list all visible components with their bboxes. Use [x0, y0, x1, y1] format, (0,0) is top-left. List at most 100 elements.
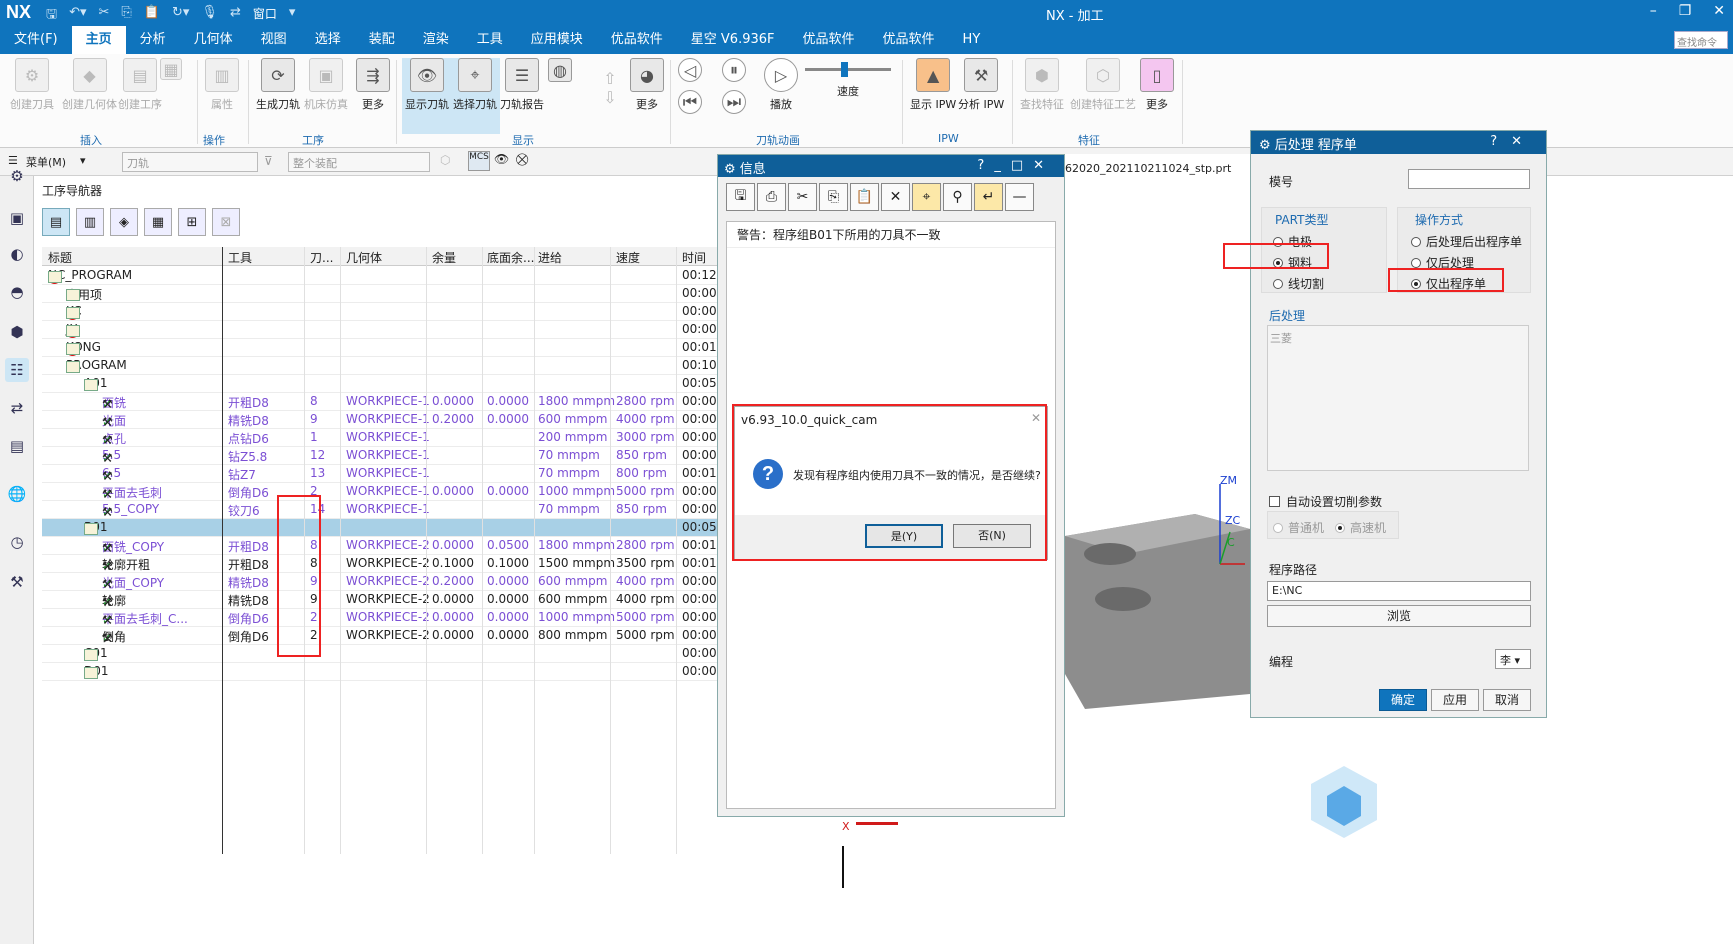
tools-icon[interactable]: ⚒: [5, 570, 29, 594]
locate-icon[interactable]: ⌖: [912, 183, 941, 211]
col-stock[interactable]: 余量: [432, 249, 456, 266]
cut-icon[interactable]: ✂: [99, 5, 110, 27]
browse-button[interactable]: 浏览: [1267, 605, 1531, 627]
window-menu[interactable]: 窗口: [253, 5, 277, 27]
delete-icon[interactable]: ✕: [881, 183, 910, 211]
menu-application[interactable]: 应用模块: [517, 26, 597, 54]
menu-youpin-1[interactable]: 优品软件: [597, 26, 677, 54]
program-order-view-icon[interactable]: ▤: [42, 208, 70, 236]
repeat-icon[interactable]: ↻▾: [172, 5, 189, 27]
history-icon[interactable]: ◷: [5, 530, 29, 554]
col-time[interactable]: 时间: [682, 249, 706, 266]
type-filter-select[interactable]: 刀轨: [122, 152, 258, 172]
create-geometry-button[interactable]: ◆ 创建几何体: [62, 58, 117, 112]
method-view-icon[interactable]: ▦: [144, 208, 172, 236]
mic-icon[interactable]: 🎙: [201, 5, 218, 27]
mcs-icon[interactable]: MCS: [468, 151, 490, 171]
menu-select[interactable]: 选择: [301, 26, 355, 54]
menu-youpin-3[interactable]: 优品软件: [869, 26, 949, 54]
menu-hy[interactable]: HY: [949, 26, 995, 54]
file-tab[interactable]: 62020_20211021​1024_stp.prt: [1065, 162, 1231, 175]
collapse-icon[interactable]: —: [1005, 183, 1034, 211]
more-display-button[interactable]: ◕ 更多: [630, 58, 664, 112]
snap-icon[interactable]: ⬡: [440, 153, 450, 167]
show-toolpath-button[interactable]: 👁 显示刀轨: [402, 58, 452, 134]
find-feature-button[interactable]: ⬢ 查找特征: [1020, 58, 1064, 112]
reuse-library-icon[interactable]: ◓: [5, 280, 29, 304]
settings-icon[interactable]: ⚙: [5, 164, 29, 188]
web-browser-icon[interactable]: 🌐: [5, 482, 29, 506]
col-name[interactable]: 标题: [48, 249, 72, 266]
apply-button[interactable]: 应用: [1431, 689, 1479, 711]
show-ipw-button[interactable]: ▲ 显示 IPW: [910, 58, 956, 112]
auto-cut-checkbox[interactable]: 自动设置切削参数: [1269, 493, 1382, 510]
select-toolpath-button[interactable]: ⌖ 选择刀轨: [450, 58, 500, 134]
more-feature-button[interactable]: ▯ 更多: [1140, 58, 1174, 112]
arrow-stack-button[interactable]: ⇧ ⇩: [600, 58, 620, 122]
print-icon[interactable]: ⎙: [757, 183, 786, 211]
speed-slider[interactable]: 速度: [804, 62, 892, 99]
pause-button[interactable]: ⏸: [722, 58, 746, 86]
scope-filter-select[interactable]: 整个装配: [288, 152, 430, 172]
view-icon[interactable]: 👁: [494, 152, 509, 166]
properties-button[interactable]: ▥ 属性: [205, 58, 239, 112]
display-extra-button[interactable]: ◍: [548, 58, 572, 86]
radio-high-speed-machine[interactable]: 高速机: [1335, 519, 1386, 536]
add-view-icon[interactable]: ⊞: [178, 208, 206, 236]
menu-dropdown[interactable]: 菜单(M): [26, 154, 66, 170]
programmer-select[interactable]: 李 ▾: [1495, 649, 1531, 669]
slider-thumb[interactable]: [841, 62, 848, 77]
info-window-controls[interactable]: ?_□✕: [977, 158, 1054, 173]
menu-xingkong[interactable]: 星空 V6.936F: [677, 26, 789, 54]
col-feed[interactable]: 进给: [538, 249, 562, 266]
radio-normal-machine[interactable]: 普通机: [1273, 519, 1324, 536]
filter-icon[interactable]: ⊽: [264, 154, 273, 168]
operation-nav-icon[interactable]: ☷: [5, 358, 29, 382]
post-list[interactable]: 三菱: [1267, 325, 1529, 471]
switch-window-icon[interactable]: ⇄: [230, 5, 241, 27]
rewind-button[interactable]: ⏮: [678, 90, 702, 118]
post-window-controls[interactable]: ?✕: [1490, 134, 1536, 149]
ok-button[interactable]: 确定: [1379, 689, 1427, 711]
analyze-ipw-button[interactable]: ⚒ 分析 IPW: [958, 58, 1004, 112]
menu-home[interactable]: 主页: [71, 26, 126, 54]
feature-nav-icon[interactable]: ⇄: [5, 396, 29, 420]
wrap-icon[interactable]: ↵: [974, 183, 1003, 211]
menu-file[interactable]: 文件(F): [0, 26, 72, 54]
save-icon[interactable]: 🖫: [726, 183, 755, 211]
play-button[interactable]: ▷ 播放: [764, 58, 798, 112]
machine-sim-button[interactable]: ▣ 机床仿真: [304, 58, 348, 112]
find-icon[interactable]: ⚲: [943, 183, 972, 211]
menu-geometry[interactable]: 几何体: [180, 26, 247, 54]
col-geometry[interactable]: 几何体: [346, 249, 382, 266]
col-tool[interactable]: 工具: [228, 249, 252, 266]
feature-process-button[interactable]: ⬡ 创建特征工艺: [1070, 58, 1136, 112]
post-list-item[interactable]: 三菱: [1268, 326, 1528, 350]
menu-youpin-2[interactable]: 优品软件: [789, 26, 869, 54]
prev-step-button[interactable]: ◁: [678, 58, 702, 86]
deselect-icon[interactable]: ⛒: [516, 152, 528, 167]
radio-wire-cut[interactable]: 线切割: [1273, 275, 1324, 292]
delete-view-icon[interactable]: ⊠: [212, 208, 240, 236]
save-icon[interactable]: 🖫: [46, 5, 57, 27]
paste-icon[interactable]: 📋: [850, 183, 879, 211]
restore-icon[interactable]: ❐: [1679, 3, 1692, 19]
extra-insert-button[interactable]: ▦: [160, 58, 182, 84]
machine-tool-view-icon[interactable]: ▥: [76, 208, 104, 236]
close-icon[interactable]: ✕: [1713, 3, 1725, 19]
copy-icon[interactable]: ⎘: [819, 183, 848, 211]
paste-icon[interactable]: 📋: [144, 5, 160, 27]
chevron-down-icon[interactable]: ▾: [80, 154, 86, 167]
path-input[interactable]: E:\NC: [1267, 581, 1531, 601]
radio-post-and-sheet[interactable]: 后处理后出程序单: [1411, 233, 1522, 250]
toolpath-report-button[interactable]: ☰ 刀轨报告: [500, 58, 544, 112]
customize-qat-icon[interactable]: ▾: [289, 5, 296, 27]
geometry-view-icon[interactable]: ◈: [110, 208, 138, 236]
cancel-button[interactable]: 取消: [1483, 689, 1531, 711]
more-operation-button[interactable]: ⇶ 更多: [356, 58, 390, 112]
menu-tools[interactable]: 工具: [463, 26, 517, 54]
part-nav-icon[interactable]: ◐: [5, 242, 29, 266]
machine-nav-icon[interactable]: ⬢: [5, 320, 29, 344]
copy-icon[interactable]: ⎘: [121, 5, 131, 27]
generate-toolpath-button[interactable]: ⟳ 生成刀轨: [256, 58, 300, 112]
